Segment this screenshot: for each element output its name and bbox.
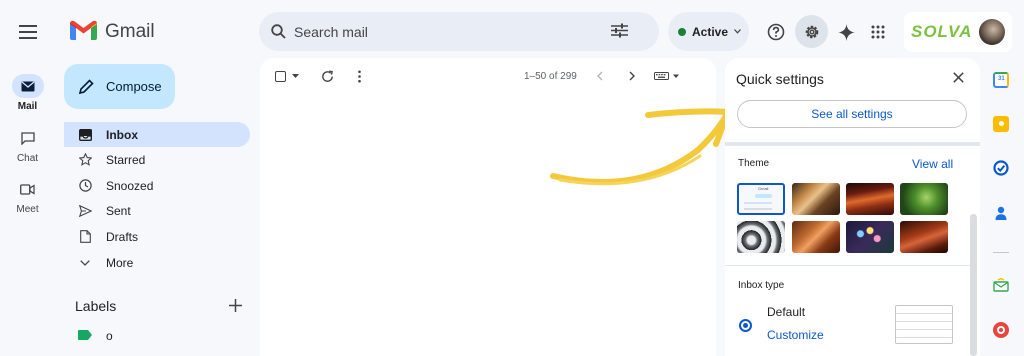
label-tag-icon bbox=[78, 329, 92, 343]
nav-label-starred: Starred bbox=[106, 152, 146, 167]
tasks-icon[interactable] bbox=[993, 160, 1009, 176]
compose-button[interactable]: Compose bbox=[64, 64, 175, 109]
divider bbox=[725, 142, 980, 146]
nav-label-drafts: Drafts bbox=[106, 229, 139, 244]
account-area[interactable]: SOLVA bbox=[904, 12, 1012, 52]
rail-meet[interactable]: Meet bbox=[0, 177, 55, 215]
label-name: o bbox=[106, 329, 113, 343]
add-label-plus-icon[interactable] bbox=[228, 298, 243, 313]
search-options-icon[interactable] bbox=[611, 23, 628, 38]
mail-icon bbox=[21, 81, 35, 92]
quick-settings-title: Quick settings bbox=[736, 71, 824, 87]
pagination-text: 1–50 of 299 bbox=[524, 71, 577, 82]
caret-down-icon[interactable] bbox=[292, 74, 299, 78]
rail-mail[interactable]: Mail bbox=[0, 74, 55, 112]
see-all-settings-button[interactable]: See all settings bbox=[737, 100, 967, 128]
more-vertical-icon[interactable] bbox=[358, 70, 361, 83]
nav-item-snoozed[interactable]: Snoozed bbox=[64, 173, 250, 198]
quick-settings-panel: Quick settings See all settings Theme Vi… bbox=[725, 58, 980, 356]
calendar-icon[interactable]: 31 bbox=[993, 72, 1009, 88]
see-all-settings-label: See all settings bbox=[811, 107, 893, 121]
theme-thumb-default[interactable]: Gmail bbox=[737, 183, 785, 215]
video-camera-icon bbox=[20, 183, 35, 195]
theme-thumb-lights[interactable] bbox=[846, 221, 894, 253]
status-dot bbox=[678, 27, 686, 36]
status-label: Active bbox=[692, 24, 729, 39]
theme-thumb-leaves[interactable] bbox=[792, 221, 840, 253]
addon-mail-icon[interactable] bbox=[993, 277, 1009, 294]
quick-settings-scrollbar[interactable] bbox=[970, 214, 977, 356]
gmail-wordmark: Gmail bbox=[105, 21, 155, 42]
customize-link[interactable]: Customize bbox=[767, 328, 824, 342]
inbox-type-heading: Inbox type bbox=[738, 280, 785, 291]
draft-icon bbox=[78, 230, 92, 244]
star-icon bbox=[78, 153, 92, 167]
search-icon[interactable] bbox=[271, 24, 286, 39]
inbox-icon bbox=[78, 128, 92, 142]
search-bar[interactable]: Search mail bbox=[259, 12, 659, 51]
rail-meet-label: Meet bbox=[16, 204, 39, 215]
apps-grid-icon[interactable] bbox=[870, 24, 886, 40]
chevron-down-icon bbox=[78, 256, 92, 270]
theme-thumb-rock[interactable] bbox=[900, 221, 948, 253]
help-icon[interactable] bbox=[766, 22, 786, 42]
send-icon bbox=[78, 204, 92, 218]
nav-item-more[interactable]: More bbox=[64, 250, 250, 275]
status-selector[interactable]: Active bbox=[668, 12, 749, 51]
keep-icon[interactable] bbox=[993, 116, 1009, 132]
main-menu-button[interactable] bbox=[16, 22, 40, 42]
rail-mail-label: Mail bbox=[17, 101, 38, 112]
nav-item-inbox[interactable]: Inbox bbox=[64, 122, 250, 147]
close-icon[interactable] bbox=[953, 72, 964, 83]
divider bbox=[993, 252, 1009, 253]
nav-label-inbox: Inbox bbox=[106, 127, 138, 142]
pencil-icon bbox=[78, 78, 94, 95]
theme-thumb-leaf[interactable] bbox=[900, 183, 948, 215]
inbox-type-preview bbox=[895, 305, 953, 344]
settings-gear-icon[interactable] bbox=[795, 15, 828, 48]
labels-heading: Labels bbox=[75, 298, 117, 314]
theme-thumb-chess[interactable] bbox=[792, 183, 840, 215]
nav-item-starred[interactable]: Starred bbox=[64, 147, 250, 172]
rail-chat-label: Chat bbox=[16, 153, 39, 164]
theme-thumb-pipes[interactable] bbox=[737, 221, 785, 253]
refresh-icon[interactable] bbox=[321, 70, 334, 83]
chevron-right-icon[interactable] bbox=[629, 71, 635, 81]
theme-thumb-label: Gmail bbox=[758, 186, 769, 191]
keyboard-icon[interactable] bbox=[654, 72, 680, 80]
pointer-arrow-annotation bbox=[550, 108, 731, 186]
select-all-checkbox[interactable] bbox=[275, 71, 286, 82]
default-radio[interactable] bbox=[739, 319, 752, 332]
contacts-icon[interactable] bbox=[993, 205, 1009, 221]
nav-item-drafts[interactable]: Drafts bbox=[64, 224, 250, 249]
nav-item-sent[interactable]: Sent bbox=[64, 198, 250, 223]
label-item[interactable]: o bbox=[78, 329, 113, 343]
clock-icon bbox=[78, 179, 92, 193]
chat-icon bbox=[20, 131, 35, 145]
gmail-logo[interactable]: Gmail bbox=[70, 20, 155, 44]
chevron-down-icon bbox=[734, 29, 741, 34]
nav-label-sent: Sent bbox=[106, 203, 131, 218]
brand-logo: SOLVA bbox=[911, 22, 973, 41]
compose-label: Compose bbox=[106, 79, 162, 94]
avatar[interactable] bbox=[979, 19, 1006, 45]
view-all-themes-link[interactable]: View all bbox=[912, 157, 953, 171]
gemini-sparkle-icon[interactable] bbox=[836, 22, 856, 42]
theme-heading: Theme bbox=[738, 158, 770, 169]
chevron-left-icon[interactable] bbox=[597, 71, 603, 81]
default-option-label: Default bbox=[767, 305, 806, 319]
nav-label-more: More bbox=[106, 255, 134, 270]
search-input[interactable]: Search mail bbox=[294, 24, 368, 40]
theme-thumb-canyon[interactable] bbox=[846, 183, 894, 215]
rail-chat[interactable]: Chat bbox=[0, 126, 55, 164]
addon-red-icon[interactable] bbox=[993, 322, 1009, 338]
gmail-m-icon bbox=[70, 20, 97, 45]
nav-label-snoozed: Snoozed bbox=[106, 178, 154, 193]
divider bbox=[725, 265, 970, 266]
